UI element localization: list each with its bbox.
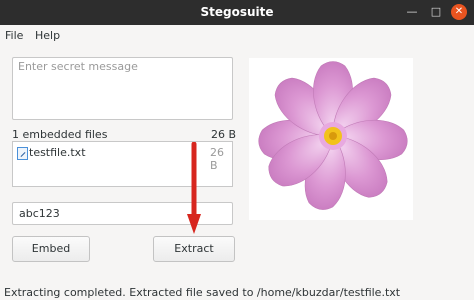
menu-file[interactable]: File bbox=[5, 29, 23, 42]
embedded-files-total-size: 26 B bbox=[211, 128, 237, 141]
text-file-icon bbox=[17, 147, 28, 160]
red-arrow-annotation bbox=[187, 142, 201, 234]
file-size: 26 B bbox=[210, 146, 224, 172]
arrow-head bbox=[187, 214, 201, 234]
flower-center-core bbox=[329, 132, 337, 140]
menu-bar: File Help bbox=[0, 25, 474, 47]
window-title: Stegosuite bbox=[200, 5, 274, 19]
minimize-icon[interactable]: — bbox=[405, 5, 419, 19]
title-bar: Stegosuite — □ ✕ bbox=[0, 0, 474, 25]
secret-message-textarea[interactable]: Enter secret message bbox=[12, 57, 233, 120]
flower-image bbox=[258, 61, 408, 210]
secret-message-placeholder: Enter secret message bbox=[18, 60, 138, 73]
close-icon[interactable]: ✕ bbox=[451, 4, 467, 20]
password-value: abc123 bbox=[19, 207, 60, 220]
embedded-files-label: 1 embedded files bbox=[12, 128, 108, 141]
file-name: testfile.txt bbox=[29, 146, 86, 159]
status-message: Extracting completed. Extracted file sav… bbox=[4, 286, 401, 299]
cover-image bbox=[249, 58, 413, 220]
menu-help[interactable]: Help bbox=[35, 29, 60, 42]
extract-button[interactable]: Extract bbox=[153, 236, 235, 262]
embed-button[interactable]: Embed bbox=[12, 236, 90, 262]
maximize-icon[interactable]: □ bbox=[429, 5, 443, 19]
